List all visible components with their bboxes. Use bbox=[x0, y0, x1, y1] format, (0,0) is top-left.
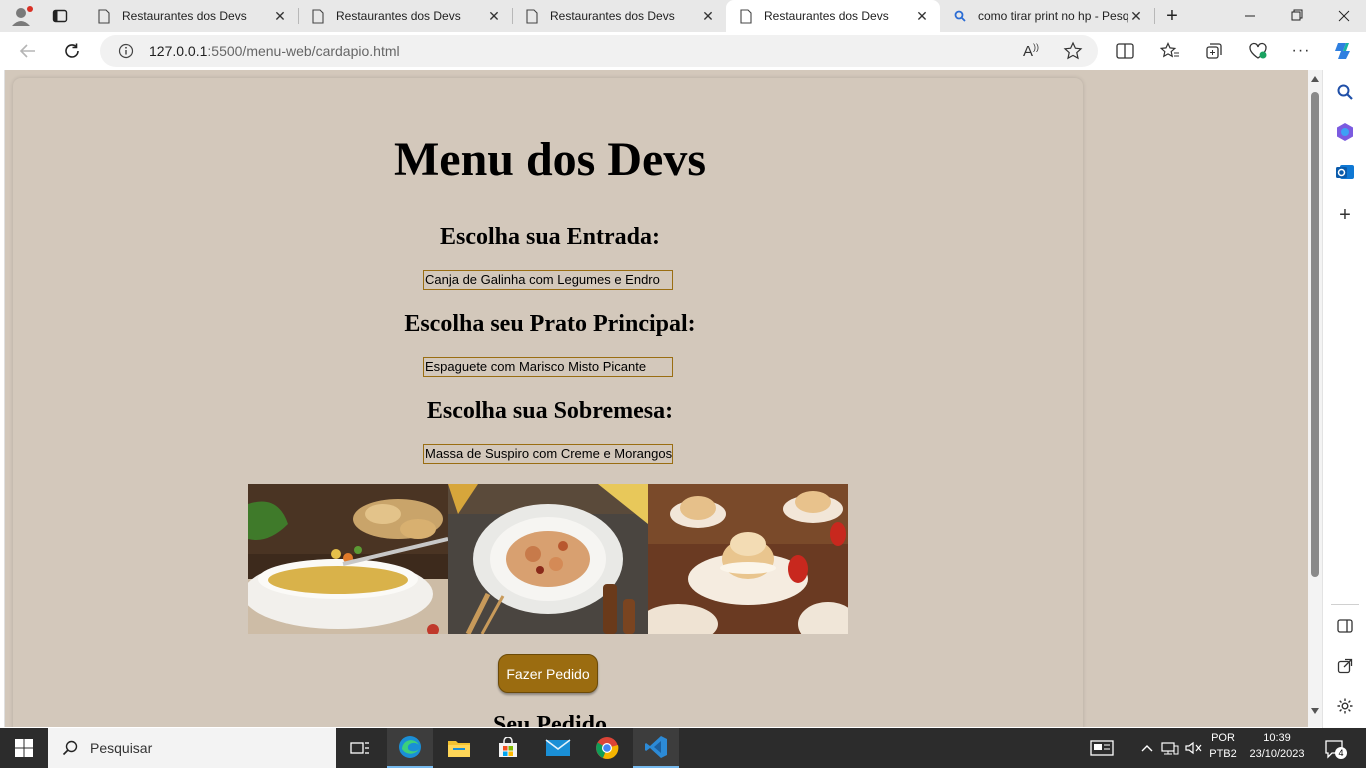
tab-title: Restaurantes dos Devs bbox=[550, 9, 675, 23]
tab-title: Restaurantes dos Devs bbox=[122, 9, 247, 23]
tab-title: Restaurantes dos Devs bbox=[764, 9, 889, 23]
main-course-photo bbox=[448, 484, 648, 634]
collections-icon[interactable] bbox=[1202, 39, 1226, 63]
copilot-icon[interactable] bbox=[1331, 39, 1355, 63]
outlook-icon[interactable] bbox=[1333, 160, 1357, 184]
tab-divider bbox=[1154, 8, 1155, 24]
notification-count: 4 bbox=[1335, 747, 1347, 759]
back-icon[interactable] bbox=[16, 39, 40, 63]
edge-app-icon[interactable] bbox=[387, 728, 433, 768]
scroll-thumb[interactable] bbox=[1311, 92, 1319, 577]
page-icon bbox=[738, 8, 754, 24]
page-scrollbar[interactable] bbox=[1308, 70, 1322, 727]
start-button[interactable] bbox=[0, 728, 48, 768]
favorites-icon[interactable] bbox=[1158, 39, 1182, 63]
browser-essentials-icon[interactable] bbox=[1246, 39, 1270, 63]
file-explorer-icon[interactable] bbox=[436, 728, 482, 768]
settings-icon[interactable] bbox=[1333, 694, 1357, 718]
chevron-up-icon[interactable] bbox=[1140, 741, 1154, 755]
dessert-heading: Escolha sua Sobremesa: bbox=[426, 398, 674, 424]
store-icon[interactable] bbox=[485, 728, 531, 768]
scroll-up-icon[interactable] bbox=[1311, 76, 1319, 82]
url-host: 127.0.0.1 bbox=[149, 43, 208, 59]
starter-photo bbox=[248, 484, 448, 634]
scroll-down-icon[interactable] bbox=[1311, 708, 1319, 714]
chrome-icon[interactable] bbox=[584, 728, 630, 768]
search-icon bbox=[952, 8, 968, 24]
edge-sidebar: + bbox=[1322, 70, 1366, 728]
page-icon bbox=[310, 8, 326, 24]
browser-tab[interactable]: Restaurantes dos Devs ✕ bbox=[512, 0, 726, 32]
hide-sidebar-icon[interactable] bbox=[1333, 614, 1357, 638]
search-icon[interactable] bbox=[1333, 80, 1357, 104]
clock[interactable]: 10:39 23/10/2023 bbox=[1244, 732, 1310, 760]
site-info-icon[interactable] bbox=[118, 43, 134, 59]
task-view-icon[interactable] bbox=[337, 728, 383, 768]
order-button[interactable]: Fazer Pedido bbox=[498, 654, 598, 693]
profile-icon[interactable] bbox=[10, 5, 34, 27]
split-screen-icon[interactable] bbox=[1113, 39, 1137, 63]
dessert-select[interactable]: Massa de Suspiro com Creme e Morangos bbox=[423, 444, 673, 464]
page-viewport: Menu dos Devs Escolha sua Entrada: Canja… bbox=[4, 70, 1308, 727]
copilot-sidebar-icon[interactable] bbox=[1333, 120, 1357, 144]
news-widget-icon[interactable] bbox=[1090, 738, 1116, 758]
starter-select[interactable]: Canja de Galinha com Legumes e Endro bbox=[423, 270, 673, 290]
notifications-icon[interactable]: 4 bbox=[1324, 738, 1347, 760]
restore-icon[interactable] bbox=[1283, 8, 1311, 24]
search-icon bbox=[62, 740, 78, 756]
clock-date: 23/10/2023 bbox=[1249, 748, 1305, 760]
page-icon bbox=[96, 8, 112, 24]
add-icon[interactable]: + bbox=[1333, 203, 1357, 227]
tab-strip: Restaurantes dos Devs ✕ Restaurantes dos… bbox=[0, 0, 1366, 32]
main-course-heading: Escolha seu Prato Principal: bbox=[404, 311, 696, 337]
close-window-icon[interactable] bbox=[1330, 8, 1358, 24]
address-bar[interactable]: 127.0.0.1:5500/menu-web/cardapio.html A)… bbox=[100, 35, 1098, 67]
minimize-icon[interactable] bbox=[1236, 8, 1264, 24]
dish-photos bbox=[248, 484, 848, 634]
starter-heading: Escolha sua Entrada: bbox=[439, 224, 661, 250]
page-icon bbox=[524, 8, 540, 24]
open-external-icon[interactable] bbox=[1333, 654, 1357, 678]
url-text[interactable]: 127.0.0.1:5500/menu-web/cardapio.html bbox=[149, 43, 400, 59]
windows-icon bbox=[15, 739, 33, 757]
search-placeholder: Pesquisar bbox=[90, 740, 153, 756]
clock-time: 10:39 bbox=[1263, 732, 1291, 744]
close-tab-icon[interactable]: ✕ bbox=[1128, 8, 1144, 24]
close-tab-icon[interactable]: ✕ bbox=[914, 8, 930, 24]
browser-toolbar: 127.0.0.1:5500/menu-web/cardapio.html A)… bbox=[0, 32, 1366, 70]
favorite-icon[interactable] bbox=[1063, 41, 1083, 61]
sidebar-divider bbox=[1331, 604, 1359, 605]
order-summary-heading: Seu Pedido bbox=[492, 712, 608, 727]
keyboard-layout: PTB2 bbox=[1209, 748, 1237, 760]
read-aloud-icon[interactable]: A)) bbox=[1023, 42, 1043, 60]
new-tab-icon[interactable]: + bbox=[1162, 6, 1182, 26]
browser-tab[interactable]: Restaurantes dos Devs ✕ bbox=[298, 0, 512, 32]
language-code: POR bbox=[1211, 732, 1235, 744]
close-tab-icon[interactable]: ✕ bbox=[272, 8, 288, 24]
windows-taskbar: Pesquisar POR PTB2 10:39 23/10/2023 4 bbox=[0, 728, 1366, 768]
taskbar-search[interactable]: Pesquisar bbox=[48, 728, 336, 768]
volume-muted-icon[interactable] bbox=[1185, 740, 1203, 756]
tab-title: Restaurantes dos Devs bbox=[336, 9, 461, 23]
dessert-photo bbox=[648, 484, 848, 634]
url-path: :5500/menu-web/cardapio.html bbox=[207, 43, 400, 59]
refresh-icon[interactable] bbox=[60, 39, 84, 63]
browser-tab-active[interactable]: Restaurantes dos Devs ✕ bbox=[726, 0, 940, 32]
language-indicator[interactable]: POR PTB2 bbox=[1206, 732, 1240, 760]
close-tab-icon[interactable]: ✕ bbox=[700, 8, 716, 24]
browser-tab[interactable]: como tirar print no hp - Pesq ✕ bbox=[940, 0, 1154, 32]
vscode-icon[interactable] bbox=[633, 728, 679, 768]
network-icon[interactable] bbox=[1161, 740, 1179, 756]
browser-tab[interactable]: Restaurantes dos Devs ✕ bbox=[84, 0, 298, 32]
mail-icon[interactable] bbox=[535, 728, 581, 768]
more-icon[interactable]: ··· bbox=[1289, 39, 1313, 63]
close-tab-icon[interactable]: ✕ bbox=[486, 8, 502, 24]
tab-actions-icon[interactable] bbox=[52, 8, 68, 24]
page-title: Menu dos Devs bbox=[393, 133, 707, 186]
main-course-select[interactable]: Espaguete com Marisco Misto Picante bbox=[423, 357, 673, 377]
tab-title: como tirar print no hp - Pesq bbox=[978, 9, 1128, 23]
